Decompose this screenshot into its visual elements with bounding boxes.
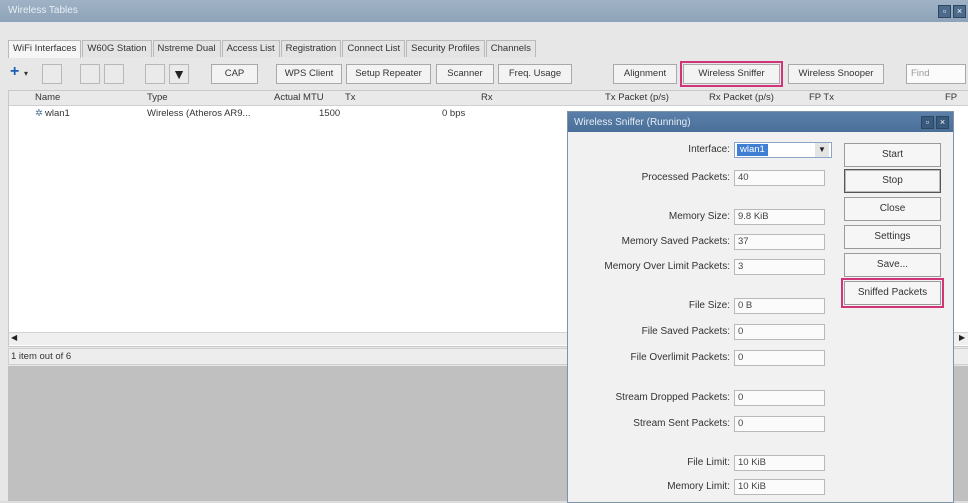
scroll-left-icon[interactable]: ◀ — [11, 333, 17, 342]
wireless-sniffer-dialog: Wireless Sniffer (Running) ▫ × Interface… — [567, 111, 954, 503]
stop-button[interactable]: Stop — [844, 169, 941, 193]
scanner-button[interactable]: Scanner — [436, 64, 494, 84]
settings-button[interactable]: Settings — [844, 225, 941, 249]
tab-registration[interactable]: Registration — [280, 40, 342, 57]
close-button[interactable]: Close — [844, 197, 941, 221]
file-limit-value[interactable]: 10 KiB — [734, 455, 825, 471]
enable-icon[interactable] — [80, 64, 100, 84]
col-tx-packet[interactable]: Tx Packet (p/s) — [605, 92, 669, 103]
file-size-label: File Size: — [688, 300, 730, 311]
remove-icon[interactable] — [42, 64, 62, 84]
close-icon[interactable]: × — [953, 5, 966, 18]
toolbar: + ▾ ▼ CAP WPS Client Setup Repeater Scan… — [8, 60, 968, 87]
interface-select[interactable]: wlan1 ▼ — [734, 142, 832, 158]
interface-value: wlan1 — [737, 144, 768, 156]
item-count: 1 item out of 6 — [11, 351, 72, 362]
sniffed-packets-button[interactable]: Sniffed Packets — [841, 278, 944, 308]
tab-wifi-interfaces[interactable]: WiFi Interfaces — [8, 40, 82, 58]
add-icon[interactable]: + — [10, 63, 19, 81]
file-overlimit-packets-label: File Overlimit Packets: — [630, 352, 730, 363]
wireless-interface-icon: ✲ — [35, 108, 43, 119]
col-rx-packet[interactable]: Rx Packet (p/s) — [709, 92, 774, 103]
stream-sent-packets-value: 0 — [734, 416, 825, 432]
comment-icon[interactable] — [145, 64, 165, 84]
scroll-right-icon[interactable]: ▶ — [959, 333, 965, 342]
col-name[interactable]: Name — [35, 92, 60, 103]
setup-repeater-button[interactable]: Setup Repeater — [346, 64, 431, 84]
dialog-window-controls: ▫ × — [921, 116, 949, 129]
dropdown-arrow-icon[interactable]: ▼ — [815, 143, 829, 157]
freq-usage-button[interactable]: Freq. Usage — [498, 64, 572, 84]
find-input[interactable]: Find — [906, 64, 966, 84]
memory-over-limit-value: 3 — [734, 259, 825, 275]
tab-nstreme-dual[interactable]: Nstreme Dual — [152, 40, 221, 57]
dialog-titlebar[interactable]: Wireless Sniffer (Running) ▫ × — [568, 112, 953, 132]
cell-type: Wireless (Atheros AR9... — [147, 108, 251, 119]
alignment-button[interactable]: Alignment — [613, 64, 677, 84]
cell-mtu: 1500 — [319, 108, 341, 119]
memory-limit-value[interactable]: 10 KiB — [734, 479, 825, 495]
col-fp-tx[interactable]: FP Tx — [809, 92, 834, 103]
disable-icon[interactable] — [104, 64, 124, 84]
memory-limit-label: Memory Limit: — [667, 481, 730, 492]
table-header: Name Type Actual MTU Tx Rx Tx Packet (p/… — [9, 91, 968, 106]
memory-size-value: 9.8 KiB — [734, 209, 825, 225]
tab-security-profiles[interactable]: Security Profiles — [406, 40, 485, 57]
cap-button[interactable]: CAP — [211, 64, 258, 84]
col-fp[interactable]: FP — [945, 92, 957, 103]
processed-packets-value: 40 — [734, 170, 825, 186]
file-size-value: 0 B — [734, 298, 825, 314]
col-rx[interactable]: Rx — [481, 92, 493, 103]
save-button[interactable]: Save... — [844, 253, 941, 277]
file-saved-packets-value: 0 — [734, 324, 825, 340]
cell-name: wlan1 — [45, 108, 70, 119]
start-button[interactable]: Start — [844, 143, 941, 167]
memory-saved-packets-label: Memory Saved Packets: — [621, 236, 730, 247]
table-row[interactable]: ✲ wlan1 Wireless (Atheros AR9... 1500 0 … — [9, 108, 569, 121]
stream-dropped-packets-label: Stream Dropped Packets: — [615, 392, 731, 403]
tab-channels[interactable]: Channels — [485, 40, 536, 57]
col-type[interactable]: Type — [147, 92, 168, 103]
filter-icon[interactable]: ▼ — [169, 64, 189, 84]
main-titlebar: Wireless Tables ▫ × — [0, 0, 968, 22]
restore-icon[interactable]: ▫ — [938, 5, 951, 18]
stream-sent-packets-label: Stream Sent Packets: — [633, 418, 730, 429]
col-actual-mtu[interactable]: Actual MTU — [274, 92, 324, 103]
window-title: Wireless Tables — [8, 5, 78, 16]
wps-client-button[interactable]: WPS Client — [276, 64, 342, 84]
memory-size-label: Memory Size: — [668, 211, 730, 222]
wireless-snooper-button[interactable]: Wireless Snooper — [788, 64, 884, 84]
dialog-restore-icon[interactable]: ▫ — [921, 116, 934, 129]
wireless-sniffer-button[interactable]: Wireless Sniffer — [680, 61, 783, 87]
add-dropdown-icon[interactable]: ▾ — [24, 69, 28, 78]
file-limit-label: File Limit: — [687, 457, 730, 468]
processed-packets-label: Processed Packets: — [641, 172, 730, 183]
tab-access-list[interactable]: Access List — [221, 40, 280, 57]
window-controls: ▫ × — [938, 5, 966, 18]
tab-bar: WiFi Interfaces W60G Station Nstreme Dua… — [8, 40, 537, 58]
memory-saved-packets-value: 37 — [734, 234, 825, 250]
cell-tx: 0 bps — [442, 108, 466, 119]
tab-w60g-station[interactable]: W60G Station — [82, 40, 152, 57]
file-saved-packets-label: File Saved Packets: — [641, 326, 730, 337]
dialog-close-icon[interactable]: × — [936, 116, 949, 129]
tab-connect-list[interactable]: Connect List — [342, 40, 406, 57]
interface-label: Interface: — [688, 144, 730, 155]
dialog-title: Wireless Sniffer (Running) — [574, 117, 691, 128]
file-overlimit-packets-value: 0 — [734, 350, 825, 366]
stream-dropped-packets-value: 0 — [734, 390, 825, 406]
col-tx[interactable]: Tx — [345, 92, 356, 103]
memory-over-limit-label: Memory Over Limit Packets: — [604, 261, 730, 272]
